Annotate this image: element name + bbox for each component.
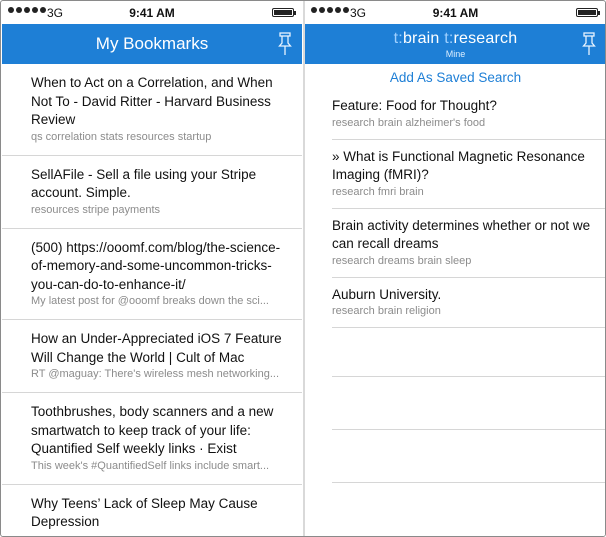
tag-word: research [453,29,518,47]
bookmark-title: Toothbrushes, body scanners and a new sm… [31,404,274,456]
empty-row [332,328,605,377]
list-item[interactable]: How an Under-Appreciated iOS 7 Feature W… [2,320,302,393]
bookmark-title: Why Teens’ Lack of Sleep May Cause Depre… [31,495,258,530]
bookmark-list: When to Act on a Correlation, and When N… [2,64,302,537]
result-title: Feature: Food for Thought? [332,98,497,113]
bookmark-description: RT @maguay: There's wireless mesh networ… [31,368,280,380]
list-item[interactable]: Brain activity determines whether or not… [332,209,605,278]
result-title: Auburn University. [332,286,442,302]
bookmark-title: How an Under-Appreciated iOS 7 Feature W… [31,331,282,365]
page-title: My Bookmarks [95,34,209,53]
nav-bar: t:brain t:research Mine [305,24,605,64]
add-saved-search-link[interactable]: Add As Saved Search [305,64,605,89]
battery-icon [576,8,600,17]
list-item[interactable]: Why Teens’ Lack of Sleep May Cause Depre… [2,485,302,537]
bookmark-tags: qs correlation stats resources startup [31,130,212,143]
bookmark-title: When to Act on a Correlation, and When N… [31,75,273,127]
status-bar: 3G 9:41 AM [2,2,302,24]
bookmark-title: (500) https://ooomf.com/blog/the-science… [31,239,281,292]
list-item[interactable]: Toothbrushes, body scanners and a new sm… [2,393,302,485]
empty-row [332,377,605,430]
clock: 9:41 AM [129,6,175,20]
empty-row [332,430,605,483]
status-bar: 3G 9:41 AM [305,2,605,24]
bookmark-description: My latest post for @ooomf breaks down th… [31,295,269,307]
list-item[interactable]: Auburn University. research brain religi… [332,278,605,328]
nav-bar: My Bookmarks [2,24,302,64]
result-tags: research brain alzheimer's food [332,116,486,129]
result-tags: research fmri brain [332,185,424,198]
search-results-screen: 3G 9:41 AM t:brain t:research Mine Add A… [305,2,605,536]
battery-icon [272,8,296,17]
bookmark-description: This week's #QuantifiedSelf links includ… [31,459,270,472]
result-tags: research brain religion [332,305,441,317]
pin-icon[interactable] [582,32,596,56]
list-item[interactable]: (500) https://ooomf.com/blog/the-science… [2,229,302,320]
result-tags: research dreams brain sleep [332,254,472,267]
bookmark-title: SellAFile - Sell a file using your Strip… [31,166,257,201]
pin-icon[interactable] [278,32,292,56]
tag-word: brain [402,29,440,47]
app-frame: 3G 9:41 AM My Bookmarks When to Act on a… [0,0,606,537]
bookmark-tags: resources stripe payments [31,203,160,216]
results-list: Feature: Food for Thought? research brai… [332,89,605,483]
list-item[interactable]: » What is Functional Magnetic Resonance … [332,140,605,209]
bookmarks-screen: 3G 9:41 AM My Bookmarks When to Act on a… [2,2,302,537]
result-title: Brain activity determines whether or not… [332,217,591,252]
tag-prefix: t: [393,29,403,47]
list-item[interactable]: Feature: Food for Thought? research brai… [332,89,605,140]
page-subtitle: Mine [445,48,466,59]
clock: 9:41 AM [432,6,479,20]
result-title: » What is Functional Magnetic Resonance … [332,148,585,183]
list-item[interactable]: When to Act on a Correlation, and When N… [2,64,302,156]
list-item[interactable]: SellAFile - Sell a file using your Strip… [2,156,302,229]
page-title: t:brain t:research [394,30,518,48]
